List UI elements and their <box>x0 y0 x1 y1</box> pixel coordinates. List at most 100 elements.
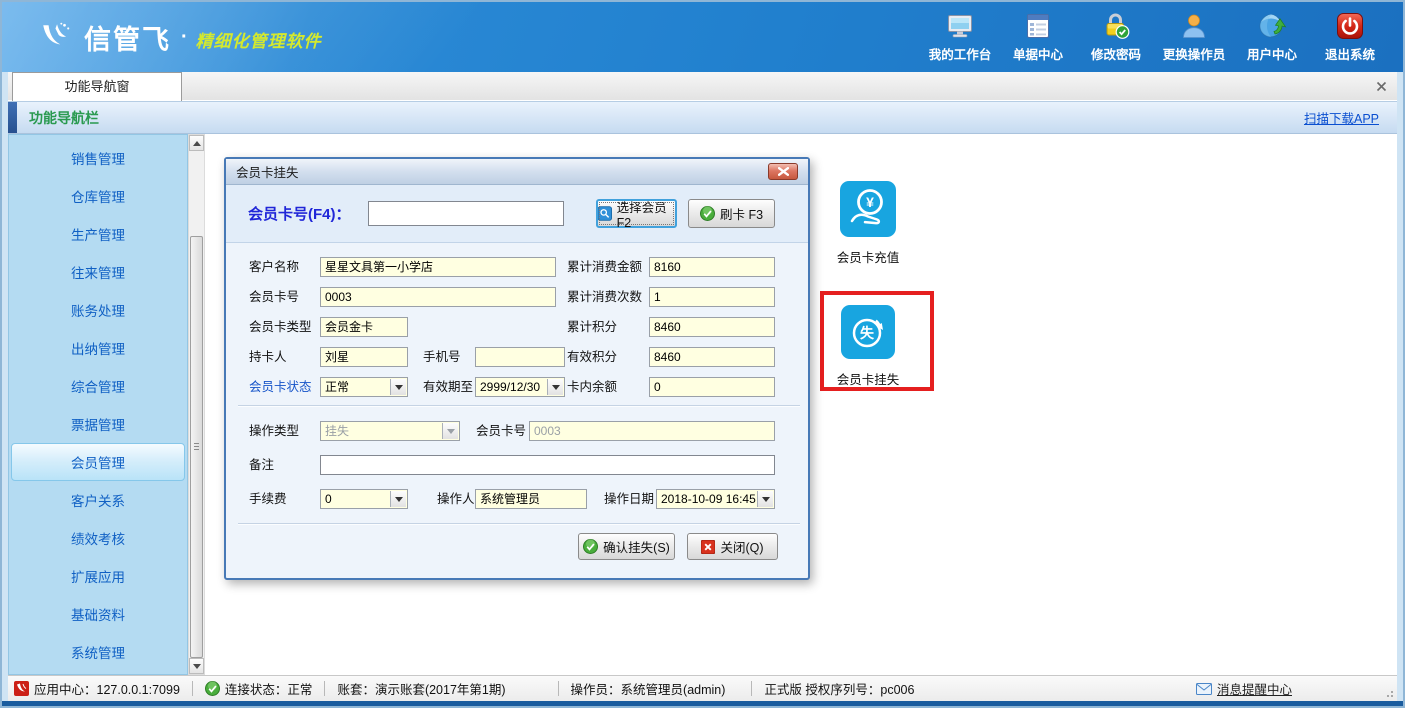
status-connection: 连接状态：正常 <box>205 679 313 698</box>
card-status-combo[interactable]: 正常 <box>320 377 408 397</box>
action-my-workbench[interactable]: 我的工作台 <box>921 10 999 63</box>
sidebar-item-sales[interactable]: 销售管理 <box>11 139 185 177</box>
sidebar-item-system[interactable]: 系统管理 <box>11 633 185 671</box>
sidebar-scrollbar[interactable] <box>188 134 205 675</box>
section-divider <box>238 523 800 524</box>
customer-name-label: 客户名称 <box>249 257 299 277</box>
nav-accent-bar <box>8 102 17 133</box>
action-user-center[interactable]: 用户中心 <box>1233 10 1311 63</box>
shortcut-member-recharge[interactable]: ¥ 会员卡充值 <box>813 181 923 266</box>
card-no-field[interactable]: 0003 <box>320 287 556 307</box>
download-app-link[interactable]: 扫描下载APP <box>1304 108 1379 127</box>
op-date-combo[interactable]: 2018-10-09 16:45 <box>656 489 775 509</box>
member-recharge-icon: ¥ <box>840 181 896 237</box>
message-center-label: 消息提醒中心 <box>1217 679 1292 698</box>
status-text: 应用中心：127.0.0.1:7099 <box>34 679 180 698</box>
fee-combo[interactable]: 0 <box>320 489 408 509</box>
balance-field[interactable]: 0 <box>649 377 775 397</box>
total-amount-label: 累计消费金额 <box>567 257 642 277</box>
confirm-loss-button[interactable]: 确认挂失(S) <box>578 533 675 560</box>
op-date-label: 操作日期 <box>604 489 654 509</box>
action-label: 退出系统 <box>1325 44 1375 63</box>
sidebar-item-membership[interactable]: 会员管理 <box>11 443 185 481</box>
sidebar-item-comprehensive[interactable]: 综合管理 <box>11 367 185 405</box>
action-change-password[interactable]: 修改密码 <box>1077 10 1155 63</box>
sidebar-item-bills[interactable]: 票据管理 <box>11 405 185 443</box>
mobile-field[interactable] <box>475 347 565 367</box>
scroll-up-icon[interactable] <box>189 135 204 151</box>
status-operator: 操作员：系统管理员(admin) <box>571 679 740 698</box>
member-card-loss-dialog: 会员卡挂失 会员卡号(F4)： 选择会员F2 刷卡 F3 客户名称 星星文具第一… <box>224 157 810 580</box>
svg-text:失: 失 <box>860 325 875 341</box>
scroll-down-icon[interactable] <box>189 658 204 674</box>
card-type-label: 会员卡类型 <box>249 317 312 337</box>
action-document-center[interactable]: 单据中心 <box>999 10 1077 63</box>
mini-logo-icon <box>14 681 29 696</box>
action-exit-system[interactable]: 退出系统 <box>1311 10 1389 63</box>
card-number-input[interactable] <box>368 201 564 226</box>
sidebar-item-customer-relations[interactable]: 客户关系 <box>11 481 185 519</box>
swipe-card-button[interactable]: 刷卡 F3 <box>688 199 775 228</box>
message-center-link[interactable]: 消息提醒中心 <box>1196 679 1292 698</box>
scrollbar-thumb[interactable] <box>190 236 203 658</box>
sidebar-item-warehouse[interactable]: 仓库管理 <box>11 177 185 215</box>
logo-separator: · <box>181 26 188 49</box>
logo-text: 信管飞 <box>84 18 171 57</box>
close-dialog-button[interactable]: 关闭(Q) <box>687 533 778 560</box>
operator-field[interactable]: 系统管理员 <box>475 489 587 509</box>
remark-field[interactable] <box>320 455 775 475</box>
tab-function-navigation[interactable]: 功能导航窗 <box>12 72 182 101</box>
sidebar-item-basic-data[interactable]: 基础资料 <box>11 595 185 633</box>
app-header: 信管飞 · 精细化管理软件 我的工作台 单据中心 修改密码 <box>2 2 1403 72</box>
status-divider <box>192 681 193 696</box>
lock-check-icon <box>1100 10 1132 42</box>
sidebar-item-performance[interactable]: 绩效考核 <box>11 519 185 557</box>
combo-value: 正常 <box>325 380 349 394</box>
combo-value: 2018-10-09 16:45 <box>661 492 756 506</box>
sidebar-item-accounting[interactable]: 账务处理 <box>11 291 185 329</box>
close-icon[interactable] <box>1373 78 1389 94</box>
resize-grip-icon[interactable] <box>1384 688 1394 698</box>
chevron-down-icon[interactable] <box>757 491 773 507</box>
holder-label: 持卡人 <box>249 347 287 367</box>
op-card-no-label: 会员卡号 <box>476 421 526 441</box>
documents-icon <box>1022 10 1054 42</box>
action-label: 单据中心 <box>1013 44 1063 63</box>
app-window: 信管飞 · 精细化管理软件 我的工作台 单据中心 修改密码 <box>0 0 1405 708</box>
valid-points-field[interactable]: 8460 <box>649 347 775 367</box>
total-points-field[interactable]: 8460 <box>649 317 775 337</box>
status-divider <box>751 681 752 696</box>
customer-name-field[interactable]: 星星文具第一小学店 <box>320 257 556 277</box>
card-type-field[interactable]: 会员金卡 <box>320 317 408 337</box>
sidebar-item-transactions[interactable]: 往来管理 <box>11 253 185 291</box>
status-bar: 应用中心：127.0.0.1:7099 连接状态：正常 账套：演示账套(2017… <box>8 675 1397 701</box>
card-status-label[interactable]: 会员卡状态 <box>249 377 312 397</box>
sidebar-item-production[interactable]: 生产管理 <box>11 215 185 253</box>
dialog-title-bar[interactable]: 会员卡挂失 <box>226 159 808 185</box>
holder-field[interactable]: 刘星 <box>320 347 408 367</box>
button-label: 选择会员F2 <box>617 197 675 230</box>
chevron-down-icon[interactable] <box>390 379 406 395</box>
chevron-down-icon[interactable] <box>547 379 563 395</box>
main-content: ¥ 会员卡充值 失 会员卡挂失 会员卡挂失 <box>205 134 1397 675</box>
total-amount-field[interactable]: 8160 <box>649 257 775 277</box>
action-switch-operator[interactable]: 更换操作员 <box>1155 10 1233 63</box>
op-type-label: 操作类型 <box>249 421 299 441</box>
sidebar-item-cashier[interactable]: 出纳管理 <box>11 329 185 367</box>
valid-until-combo[interactable]: 2999/12/30 <box>475 377 565 397</box>
nav-title: 功能导航栏 <box>29 108 99 128</box>
chevron-down-icon[interactable] <box>390 491 406 507</box>
sidebar-item-extensions[interactable]: 扩展应用 <box>11 557 185 595</box>
valid-until-label: 有效期至 <box>423 377 473 397</box>
check-icon <box>205 681 220 696</box>
op-card-no-field: 0003 <box>529 421 775 441</box>
action-label: 我的工作台 <box>929 44 992 63</box>
valid-points-label: 有效积分 <box>567 347 617 367</box>
total-count-field[interactable]: 1 <box>649 287 775 307</box>
combo-value: 0 <box>325 492 332 506</box>
shortcut-member-loss[interactable]: 失 会员卡挂失 <box>813 305 923 388</box>
status-app-center: 应用中心：127.0.0.1:7099 <box>14 679 180 698</box>
monitor-icon <box>944 10 976 42</box>
select-member-button[interactable]: 选择会员F2 <box>596 199 677 228</box>
dialog-close-icon[interactable] <box>768 163 798 180</box>
